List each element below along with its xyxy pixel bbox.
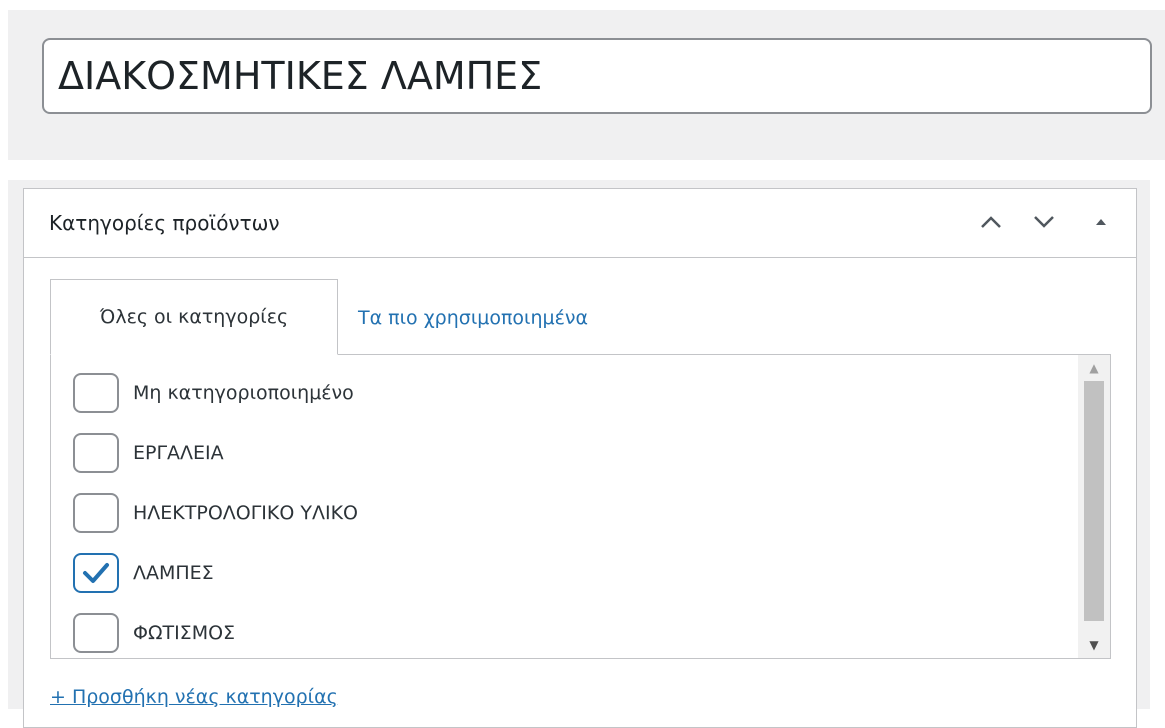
scroll-down-arrow-icon[interactable]: ▼ bbox=[1078, 632, 1110, 658]
post-title-input[interactable] bbox=[42, 38, 1152, 114]
chevron-up-icon bbox=[981, 216, 1001, 228]
product-categories-metabox-wrapper: Κατηγορίες προϊόντων Όλες οι κατηγορίες … bbox=[8, 180, 1150, 728]
category-label: ΗΛΕΚΤΡΟΛΟΓΙΚΟ ΥΛΙΚΟ bbox=[133, 502, 358, 524]
checkmark-icon bbox=[83, 563, 109, 583]
category-item[interactable]: ΛΑΜΠΕΣ bbox=[73, 553, 214, 593]
tab-most-used[interactable]: Τα πιο χρησιμοποιημένα bbox=[358, 307, 588, 329]
move-down-button[interactable] bbox=[1029, 207, 1059, 237]
category-checkbox[interactable] bbox=[73, 373, 119, 413]
product-categories-metabox: Κατηγορίες προϊόντων Όλες οι κατηγορίες … bbox=[23, 188, 1137, 728]
category-label: ΕΡΓΑΛΕΙΑ bbox=[133, 442, 224, 464]
category-checklist: Μη κατηγοριοποιημένο ΕΡΓΑΛΕΙΑ ΗΛΕΚΤΡΟΛΟΓ… bbox=[50, 354, 1111, 659]
category-label: Μη κατηγοριοποιημένο bbox=[133, 382, 354, 404]
scroll-up-arrow-icon[interactable]: ▲ bbox=[1078, 355, 1110, 381]
toggle-panel-button[interactable] bbox=[1086, 207, 1116, 237]
category-label: ΦΩΤΙΣΜΟΣ bbox=[133, 622, 236, 644]
category-item[interactable]: ΦΩΤΙΣΜΟΣ bbox=[73, 613, 235, 653]
chevron-down-icon bbox=[1034, 216, 1054, 228]
category-checkbox[interactable] bbox=[73, 553, 119, 593]
category-scrollbar[interactable]: ▲ ▼ bbox=[1078, 355, 1110, 658]
category-checkbox[interactable] bbox=[73, 613, 119, 653]
category-item[interactable]: Μη κατηγοριοποιημένο bbox=[73, 373, 354, 413]
move-up-button[interactable] bbox=[976, 207, 1006, 237]
metabox-header: Κατηγορίες προϊόντων bbox=[24, 189, 1136, 258]
category-checkbox[interactable] bbox=[73, 493, 119, 533]
category-label: ΛΑΜΠΕΣ bbox=[133, 562, 214, 584]
category-list: Μη κατηγοριοποιημένο ΕΡΓΑΛΕΙΑ ΗΛΕΚΤΡΟΛΟΓ… bbox=[51, 355, 1076, 658]
category-item[interactable]: ΕΡΓΑΛΕΙΑ bbox=[73, 433, 224, 473]
metabox-title: Κατηγορίες προϊόντων bbox=[49, 211, 280, 235]
category-item[interactable]: ΗΛΕΚΤΡΟΛΟΓΙΚΟ ΥΛΙΚΟ bbox=[73, 493, 358, 533]
category-checkbox[interactable] bbox=[73, 433, 119, 473]
tab-all-categories[interactable]: Όλες οι κατηγορίες bbox=[50, 279, 338, 355]
add-new-category-link[interactable]: + Προσθήκη νέας κατηγορίας bbox=[50, 686, 338, 708]
triangle-up-icon bbox=[1096, 219, 1106, 225]
title-area bbox=[8, 10, 1165, 160]
scrollbar-thumb[interactable] bbox=[1084, 381, 1104, 621]
